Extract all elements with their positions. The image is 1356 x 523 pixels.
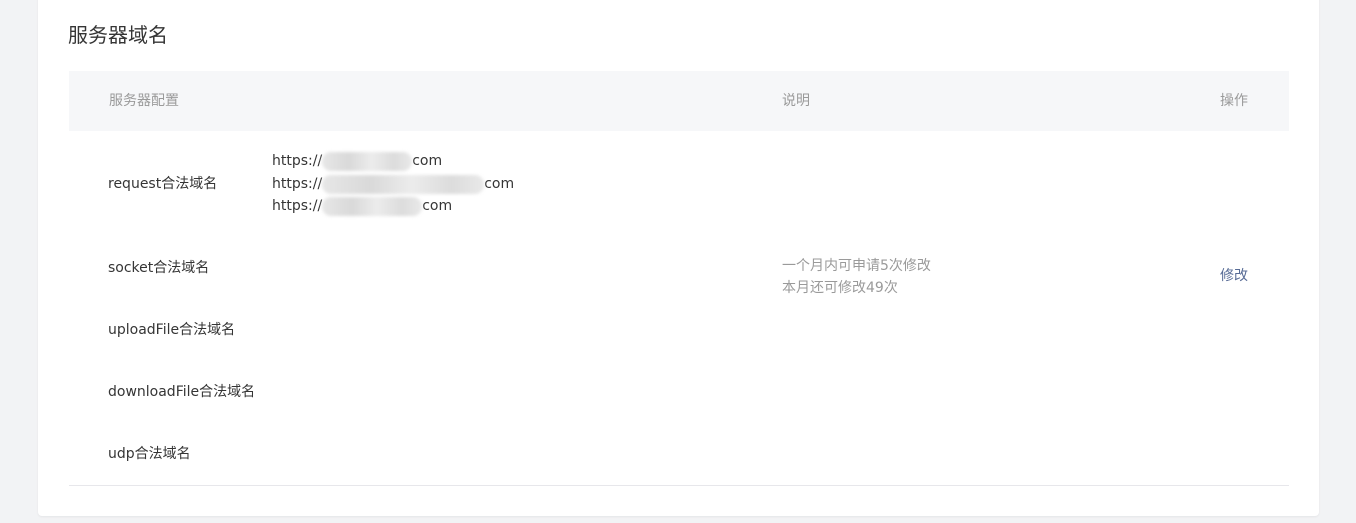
domain-prefix: https:// [272,153,323,169]
domain-prefix: https:// [272,175,323,192]
domain-suffix: com [412,153,443,169]
domain-prefix: https:// [272,198,323,214]
header-server-config: 服务器配置 [109,93,179,109]
row-label-socket: socket合法域名 [108,260,210,276]
row-label-udp: udp合法域名 [108,446,191,462]
description-line-2: 本月还可修改49次 [782,280,898,296]
domain-item: https:// com [272,173,514,196]
redacted-domain [322,197,423,216]
table-bottom-divider [69,485,1289,486]
row-label-downloadfile: downloadFile合法域名 [108,384,256,400]
description-line-1: 一个月内可申请5次修改 [782,258,931,274]
domain-item: https:// com [272,195,514,218]
domain-suffix: com [484,175,515,192]
row-label-uploadfile: uploadFile合法域名 [108,322,236,338]
redacted-domain [322,174,485,194]
row-label-request: request合法域名 [108,176,218,192]
table-header: 服务器配置 说明 操作 [69,71,1289,131]
header-action: 操作 [1220,93,1248,109]
domain-suffix: com [422,198,453,214]
modify-limit-description: 一个月内可申请5次修改 本月还可修改49次 [782,255,931,299]
section-title: 服务器域名 [68,23,168,47]
request-domain-list: https:// com https:// com https:// com [272,150,514,218]
header-description: 说明 [782,93,810,109]
redacted-domain [322,152,413,171]
domain-item: https:// com [272,150,514,173]
modify-link[interactable]: 修改 [1220,266,1248,286]
